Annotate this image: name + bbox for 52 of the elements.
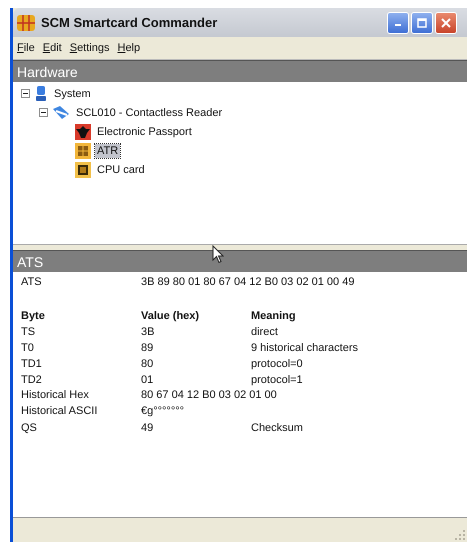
- eagle-icon: [75, 124, 91, 140]
- chip-icon: [17, 14, 35, 30]
- section-header: ATS: [13, 250, 467, 272]
- tree-item[interactable]: System: [52, 86, 93, 100]
- minus-icon: [40, 109, 47, 116]
- table-cell: €g°°°°°°°: [141, 405, 184, 417]
- close-button[interactable]: [435, 12, 457, 34]
- table-cell: 49: [141, 422, 154, 434]
- section-header: Hardware: [13, 60, 467, 82]
- table-cell: QS: [21, 422, 37, 434]
- table-cell: protocol=0: [251, 358, 303, 370]
- column-header: Byte: [21, 310, 45, 322]
- collapse-toggle[interactable]: [21, 89, 30, 98]
- table-cell: 9 historical characters: [251, 342, 358, 354]
- tree-item[interactable]: CPU card: [95, 162, 147, 176]
- table-cell: 80: [141, 358, 154, 370]
- column-header: Meaning: [251, 310, 296, 322]
- minimize-button[interactable]: [387, 12, 409, 34]
- menu-item[interactable]: File: [17, 42, 35, 54]
- table-cell: 80 67 04 12 B0 03 02 01 00: [141, 389, 277, 401]
- tree-item[interactable]: ATR: [95, 144, 120, 158]
- table-cell: direct: [251, 326, 278, 338]
- computer-icon: [34, 86, 48, 102]
- table-cell: ATS: [21, 276, 42, 288]
- maximize-icon: [417, 18, 427, 28]
- table-cell: TD1: [21, 358, 42, 370]
- table-cell: TS: [21, 326, 36, 338]
- table-cell: TD2: [21, 374, 42, 386]
- menu-item[interactable]: Help: [117, 42, 140, 54]
- chip-card-icon: [75, 142, 91, 158]
- cpu-chip-icon: [75, 162, 91, 178]
- window-title: SCM Smartcard Commander: [41, 15, 218, 30]
- reader-icon: [52, 106, 70, 120]
- menu-item[interactable]: Settings: [70, 42, 110, 54]
- table-cell: protocol=1: [251, 374, 303, 386]
- column-header: Value (hex): [141, 310, 200, 322]
- tree-item[interactable]: SCL010 - Contactless Reader: [74, 106, 224, 120]
- table-cell: Historical Hex: [21, 389, 89, 401]
- table-cell: 01: [141, 374, 154, 386]
- resize-grip-icon[interactable]: [455, 530, 465, 540]
- collapse-toggle[interactable]: [39, 108, 48, 117]
- table-cell: 3B: [141, 326, 154, 338]
- table-cell: Historical ASCII: [21, 405, 98, 417]
- table-cell: 3B 89 80 01 80 67 04 12 B0 03 02 01 00 49: [141, 276, 354, 288]
- close-icon: [441, 18, 451, 28]
- tree-item[interactable]: Electronic Passport: [95, 124, 194, 138]
- menu-item[interactable]: Edit: [42, 42, 62, 54]
- table-cell: 89: [141, 342, 154, 354]
- table-cell: T0: [21, 342, 34, 354]
- minus-icon: [22, 90, 29, 97]
- table-cell: Checksum: [251, 422, 303, 434]
- maximize-button[interactable]: [411, 12, 433, 34]
